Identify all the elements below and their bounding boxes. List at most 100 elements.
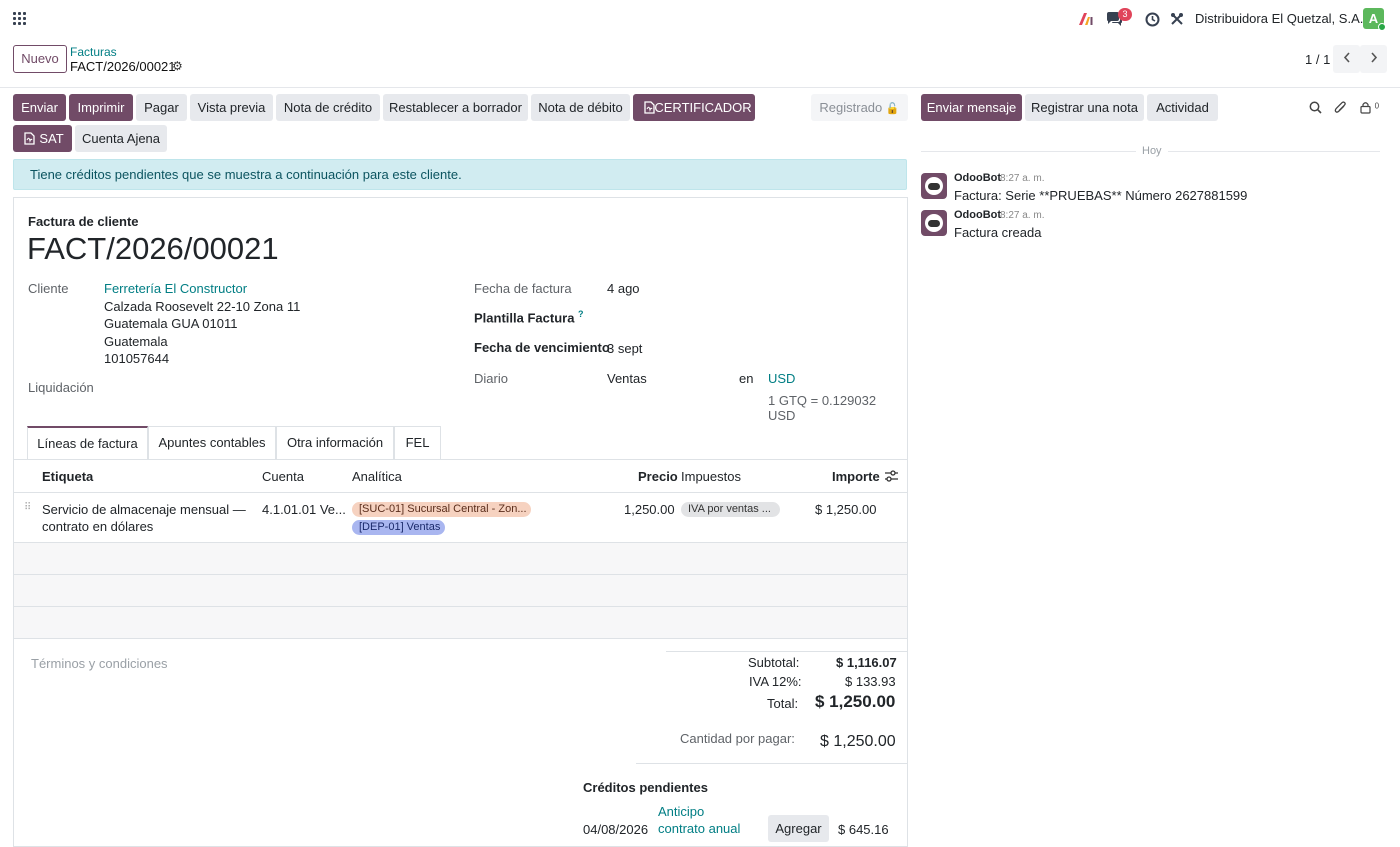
currency-field[interactable]: USD [768,371,795,386]
cuenta-ajena-button[interactable]: Cuenta Ajena [75,125,167,152]
tab-other-info[interactable]: Otra información [276,426,394,459]
line-price[interactable]: 1,250.00 [624,502,675,517]
table-header: Etiqueta Cuenta Analítica Precio Impuest… [14,459,907,493]
status-registered: Registrado 🔓 [811,94,908,121]
sat-button[interactable]: SAT [13,125,72,152]
message-author: OdooBot [954,209,1002,221]
chevron-left-icon [1343,52,1350,63]
message-author: OdooBot [954,172,1002,184]
followers-button[interactable]: 0 [1360,101,1379,117]
line-label[interactable]: Servicio de almacenaje mensual — [42,502,246,517]
analytic-tag[interactable]: [DEP-01] Ventas [352,520,445,535]
clock-icon[interactable] [1143,10,1161,28]
credit-reference-link[interactable]: contrato anual [658,821,740,836]
exchange-rate: 1 GTQ = 0.129032 USD [768,393,877,423]
chevron-right-icon [1370,52,1377,63]
day-separator: Hoy [1136,145,1168,157]
control-panel: Nuevo Facturas FACT/2026/00021 ⚙ 1 / 1 [0,38,1400,88]
table-row[interactable] [14,607,907,639]
amount-due-value: $ 1,250.00 [820,733,896,750]
subtotal-value: $ 1,116.07 [836,655,897,670]
lock-icon [1360,102,1371,114]
online-status-dot [1378,23,1386,31]
debit-note-button[interactable]: Nota de débito [531,94,630,121]
journal-field[interactable]: Ventas [607,371,647,386]
pay-button[interactable]: Pagar [136,94,187,121]
line-label[interactable]: contrato en dólares [42,519,153,534]
table-row[interactable] [14,575,907,607]
tab-invoice-lines[interactable]: Líneas de factura [27,426,148,459]
pager-previous-button[interactable] [1333,45,1360,73]
template-label-text: Plantilla Factura [474,310,575,326]
log-note-button[interactable]: Registrar una nota [1025,94,1144,121]
activity-button[interactable]: Actividad [1147,94,1218,121]
col-etiqueta[interactable]: Etiqueta [42,469,93,484]
sat-label: SAT [39,131,64,146]
unlock-icon: 🔓 [885,103,900,115]
status-label: Registrado [819,100,883,115]
breadcrumb-facturas[interactable]: Facturas [70,45,117,59]
credit-note-button[interactable]: Nota de crédito [276,94,380,121]
table-row[interactable]: ⠿ Servicio de almacenaje mensual — contr… [14,493,907,543]
message-body: Factura: Serie **PRUEBAS** Número 262788… [954,188,1248,203]
gear-icon[interactable]: ⚙ [172,59,183,73]
col-analitica[interactable]: Analítica [352,469,402,484]
followers-count: 0 [1374,101,1380,111]
pending-credits-title: Créditos pendientes [583,780,708,795]
col-precio[interactable]: Precio [638,469,678,484]
tax-value: $ 133.93 [845,674,896,689]
customer-address-line: Guatemala GUA 01011 [104,316,238,331]
amount-due-label: Cantidad por pagar: [680,731,795,746]
pdf-file-icon [644,101,655,114]
certificador-button[interactable]: CERTIFICADOR [633,94,755,121]
send-message-button[interactable]: Enviar mensaje [921,94,1022,121]
column-settings-icon[interactable] [885,470,898,485]
customer-tax-id: 101057644 [104,351,170,366]
customer-link[interactable]: Ferretería El Constructor [104,281,247,296]
apps-menu-icon[interactable] [13,12,26,25]
total-label: Total: [767,696,799,711]
top-navbar: 3 Distribuidora El Quetzal, S.A. A [0,0,1400,38]
pager-value[interactable]: 1 / 1 [1305,52,1330,67]
drag-handle-icon[interactable]: ⠿ [24,503,31,513]
odoobot-avatar [921,210,947,236]
pager-next-button[interactable] [1360,45,1387,73]
pdf-file-icon [24,132,35,145]
breadcrumb-current: FACT/2026/00021 [70,59,176,74]
new-button[interactable]: Nuevo [13,45,67,73]
send-button[interactable]: Enviar [13,94,66,121]
invoice-number: FACT/2026/00021 [27,231,279,266]
credit-reference-link[interactable]: Anticipo [658,804,704,819]
table-row[interactable] [14,543,907,575]
analytic-tag[interactable]: [SUC-01] Sucursal Central - Zon... [352,502,531,517]
credit-date: 04/08/2026 [583,822,649,837]
help-tooltip-icon[interactable]: ? [578,309,584,319]
subtotal-label: Subtotal: [748,655,800,670]
template-label: Plantilla Factura ? [474,309,584,325]
add-credit-button[interactable]: Agregar [768,815,829,842]
line-account[interactable]: 4.1.01.01 Ve... [262,502,346,517]
col-importe[interactable]: Importe [832,469,880,484]
ai-icon[interactable] [1077,10,1095,28]
preview-button[interactable]: Vista previa [190,94,273,121]
col-cuenta[interactable]: Cuenta [262,469,304,484]
terms-field[interactable]: Términos y condiciones [31,656,168,671]
reset-to-draft-button[interactable]: Restablecer a borrador [383,94,528,121]
tax-label: IVA 12%: [749,674,802,689]
tab-journal-items[interactable]: Apuntes contables [148,426,276,459]
liquidacion-label: Liquidación [28,380,94,395]
print-button[interactable]: Imprimir [69,94,133,121]
due-date-label: Fecha de vencimiento [474,340,610,355]
company-switcher[interactable]: Distribuidora El Quetzal, S.A. [1195,11,1363,26]
due-date-field[interactable]: 3 sept [607,341,642,356]
col-impuestos[interactable]: Impuestos [681,469,741,484]
tab-fel[interactable]: FEL [394,426,441,459]
currency-in-label: en [739,371,754,386]
search-icon[interactable] [1309,101,1322,117]
invoice-date-field[interactable]: 4 ago [607,281,640,296]
tax-tag[interactable]: IVA por ventas ... [681,502,780,517]
alert-text-pre: Tiene [30,167,63,182]
invoice-type-label: Factura de cliente [28,214,139,229]
tools-icon[interactable] [1168,10,1186,28]
paperclip-icon[interactable] [1334,100,1347,118]
